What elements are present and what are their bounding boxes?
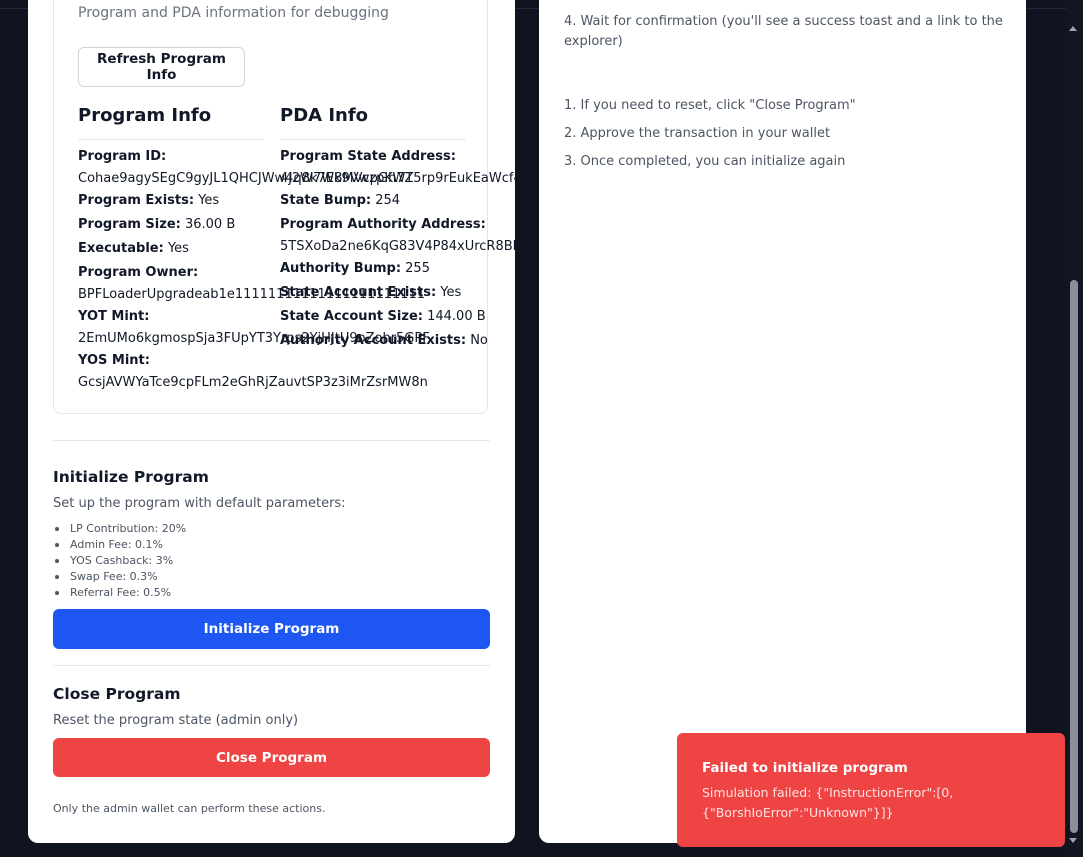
yot-mint-label: YOT Mint: — [78, 309, 150, 324]
program-exists-row: Program Exists: Yes — [78, 193, 220, 208]
reset-step-1: 1. If you need to reset, click "Close Pr… — [564, 98, 856, 113]
reset-step-3: 3. Once completed, you can initialize ag… — [564, 154, 846, 169]
refresh-program-info-button[interactable]: Refresh Program Info — [78, 47, 245, 87]
param-item: Referral Fee: 0.5% — [53, 585, 186, 601]
pda-info-rule — [280, 139, 466, 140]
pda-info-heading: PDA Info — [280, 105, 369, 126]
program-owner-label: Program Owner: — [78, 265, 199, 280]
yos-mint-value: GcsjAVWYaTce9cpFLm2eGhRjZauvtSP3z3iMrZsr… — [78, 375, 428, 390]
instructions-card: 4. Wait for confirmation (you'll see a s… — [539, 0, 1026, 843]
initialize-program-button[interactable]: Initialize Program — [53, 609, 490, 649]
executable-row: Executable: Yes — [78, 241, 189, 256]
param-item: LP Contribution: 20% — [53, 521, 186, 537]
step-4-line2: explorer) — [564, 34, 623, 49]
param-item: YOS Cashback: 3% — [53, 553, 186, 569]
state-size-row: State Account Size: 144.00 B — [280, 309, 486, 324]
scroll-up-arrow-icon[interactable] — [1069, 26, 1077, 31]
initialize-description: Set up the program with default paramete… — [53, 496, 346, 511]
admin-only-note: Only the admin wallet can perform these … — [53, 802, 326, 815]
state-address-value: 4j2W7W8MVcpGh7Z — [280, 171, 414, 186]
authority-bump-row: Authority Bump: 255 — [280, 261, 430, 276]
admin-panel-card: Program and PDA information for debuggin… — [28, 0, 515, 843]
state-exists-row: State Account Exists: Yes — [280, 285, 462, 300]
program-size-row: Program Size: 36.00 B — [78, 217, 236, 232]
toast-title: Failed to initialize program — [702, 760, 908, 776]
debug-info-box: Program and PDA information for debuggin… — [53, 0, 515, 414]
step-4-line1: 4. Wait for confirmation (you'll see a s… — [564, 14, 1003, 29]
close-description: Reset the program state (admin only) — [53, 713, 299, 728]
param-item: Swap Fee: 0.3% — [53, 569, 186, 585]
scrollbar-thumb[interactable] — [1070, 280, 1078, 833]
program-info-heading: Program Info — [78, 105, 212, 126]
toast-message: Simulation failed: {"InstructionError":[… — [702, 785, 954, 820]
authority-exists-row: Authority Account Exists: No — [280, 333, 488, 348]
scroll-down-arrow-icon[interactable] — [1069, 838, 1077, 843]
state-address-label: Program State Address: — [280, 149, 456, 164]
close-program-button[interactable]: Close Program — [53, 738, 490, 777]
section-divider — [53, 665, 490, 666]
reset-step-2: 2. Approve the transaction in your walle… — [564, 126, 831, 141]
program-id-label: Program ID: — [78, 149, 167, 164]
state-bump-row: State Bump: 254 — [280, 193, 401, 208]
yos-mint-label: YOS Mint: — [78, 353, 150, 368]
default-params-list: LP Contribution: 20% Admin Fee: 0.1% YOS… — [53, 521, 186, 601]
authority-address-label: Program Authority Address: — [280, 217, 486, 232]
authority-address-value: 5TSXoDa2ne6KqG83V4P84xUrcR8BRo — [280, 239, 515, 254]
debug-subtitle: Program and PDA information for debuggin… — [78, 5, 389, 21]
param-item: Admin Fee: 0.1% — [53, 537, 186, 553]
initialize-title: Initialize Program — [53, 468, 209, 486]
close-title: Close Program — [53, 685, 181, 703]
section-divider — [53, 440, 490, 441]
program-info-rule — [78, 139, 264, 140]
error-toast[interactable]: Failed to initialize program Simulation … — [677, 733, 1065, 847]
